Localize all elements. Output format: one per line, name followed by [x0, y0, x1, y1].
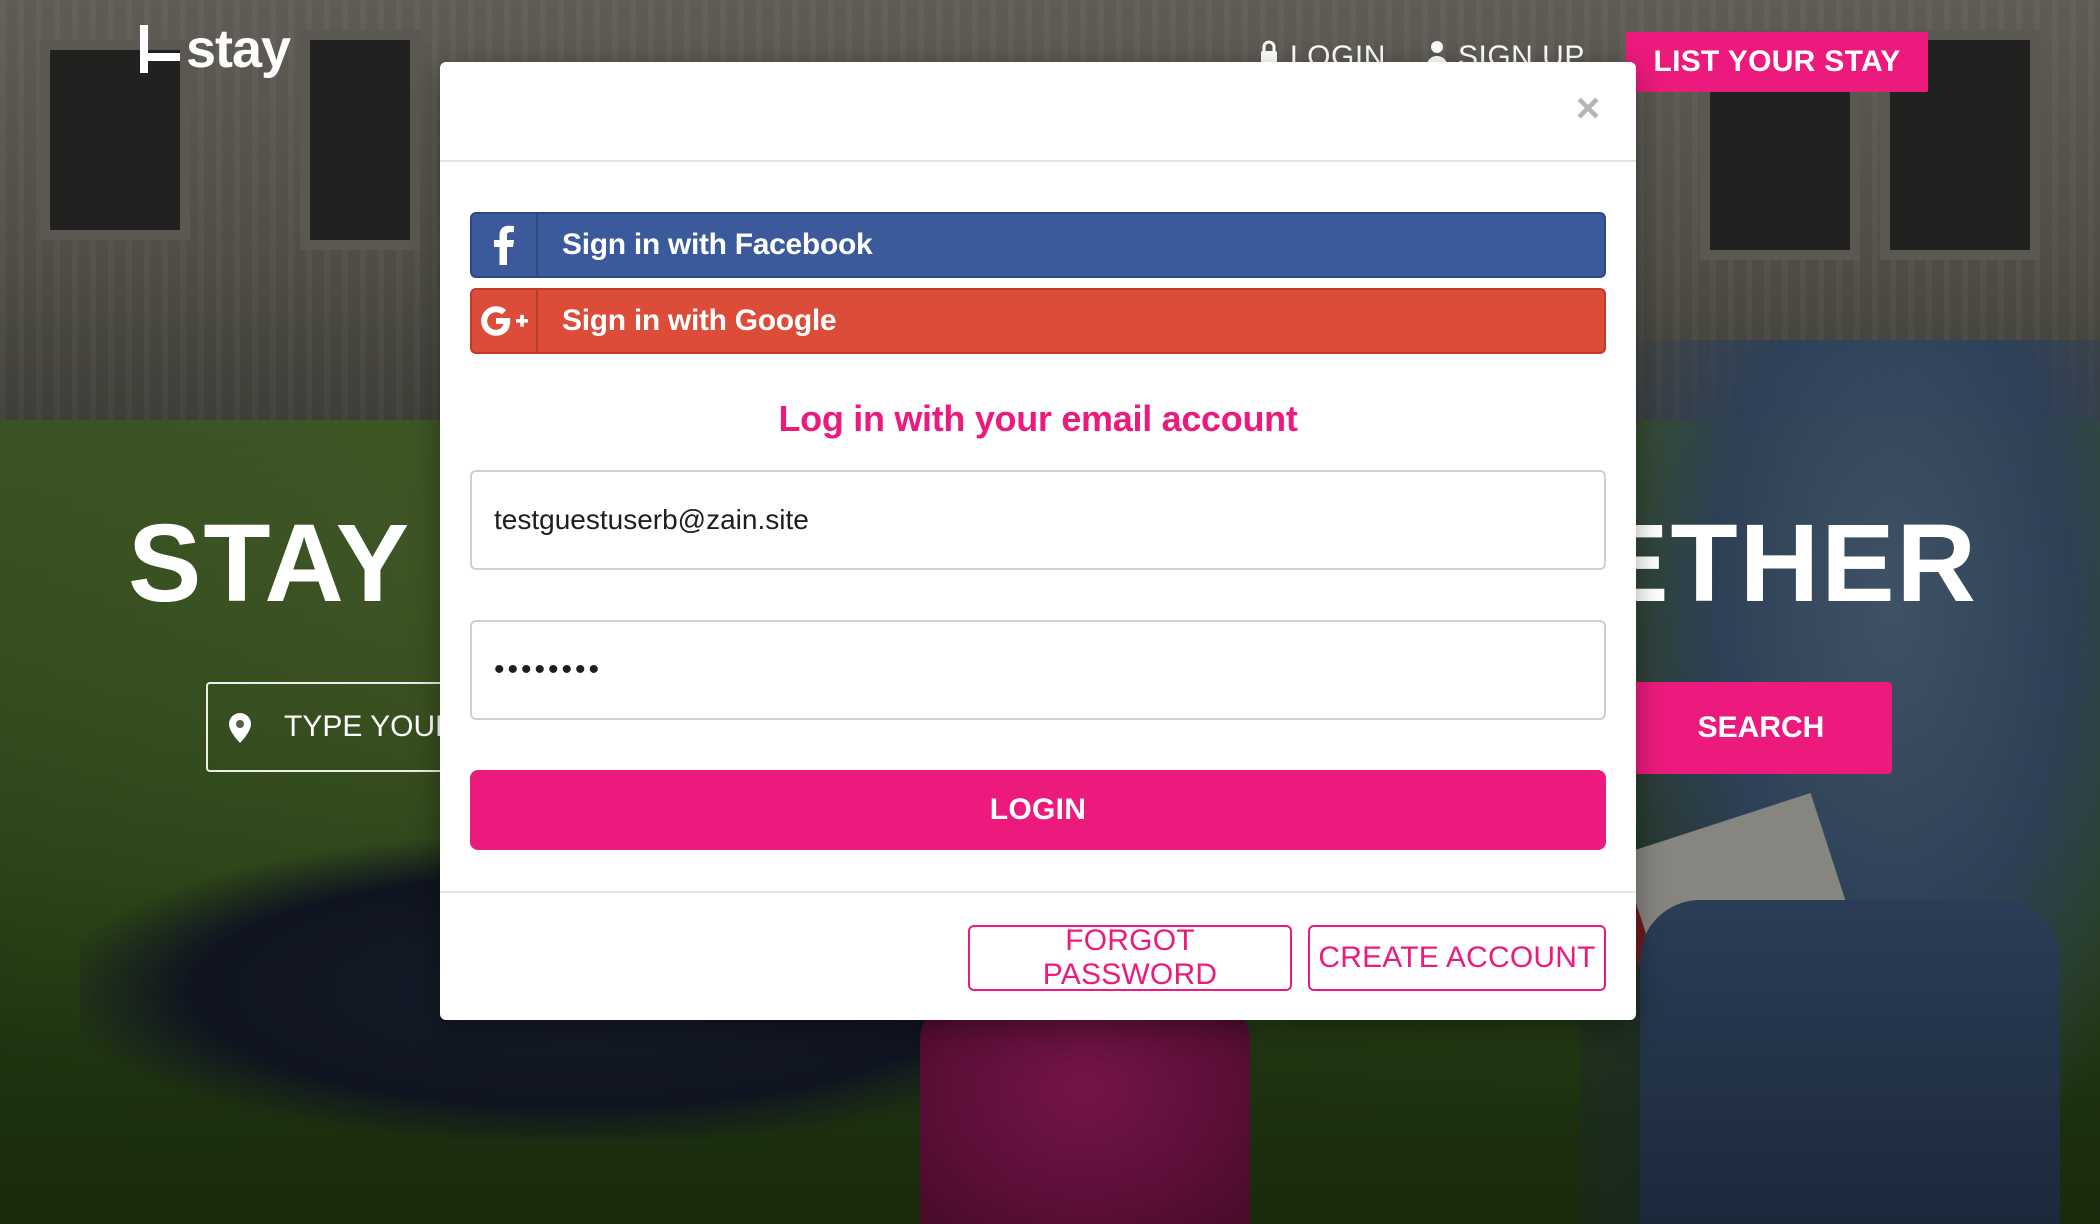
- password-field[interactable]: [470, 620, 1606, 720]
- email-login-heading: Log in with your email account: [778, 398, 1298, 439]
- modal-footer: FORGOT PASSWORD CREATE ACCOUNT: [440, 891, 1636, 1020]
- modal-header: ×: [440, 62, 1636, 162]
- facebook-signin-button[interactable]: Sign in with Facebook: [470, 212, 1606, 278]
- logo-text: stay: [186, 19, 291, 79]
- facebook-signin-label: Sign in with Facebook: [562, 228, 873, 261]
- google-plus-icon: [472, 290, 538, 352]
- google-signin-button[interactable]: Sign in with Google: [470, 288, 1606, 354]
- login-modal: × Sign in with Facebook Sign in with Goo…: [440, 62, 1636, 1020]
- modal-body: Sign in with Facebook Sign in with Googl…: [440, 162, 1636, 850]
- logo-mark-icon: [136, 23, 184, 75]
- forgot-password-button[interactable]: FORGOT PASSWORD: [968, 924, 1292, 991]
- create-account-button[interactable]: CREATE ACCOUNT: [1308, 925, 1606, 991]
- login-button[interactable]: LOGIN: [470, 770, 1606, 850]
- facebook-icon: [472, 214, 538, 276]
- map-pin-icon: [228, 713, 256, 743]
- google-signin-label: Sign in with Google: [562, 304, 837, 337]
- close-icon[interactable]: ×: [1570, 87, 1606, 129]
- site-logo[interactable]: stay: [136, 18, 291, 80]
- email-field[interactable]: [470, 470, 1606, 570]
- search-button[interactable]: SEARCH: [1630, 682, 1892, 774]
- list-your-stay-button[interactable]: LIST YOUR STAY: [1626, 32, 1928, 92]
- hero-title-right: ETHER: [1595, 502, 1978, 625]
